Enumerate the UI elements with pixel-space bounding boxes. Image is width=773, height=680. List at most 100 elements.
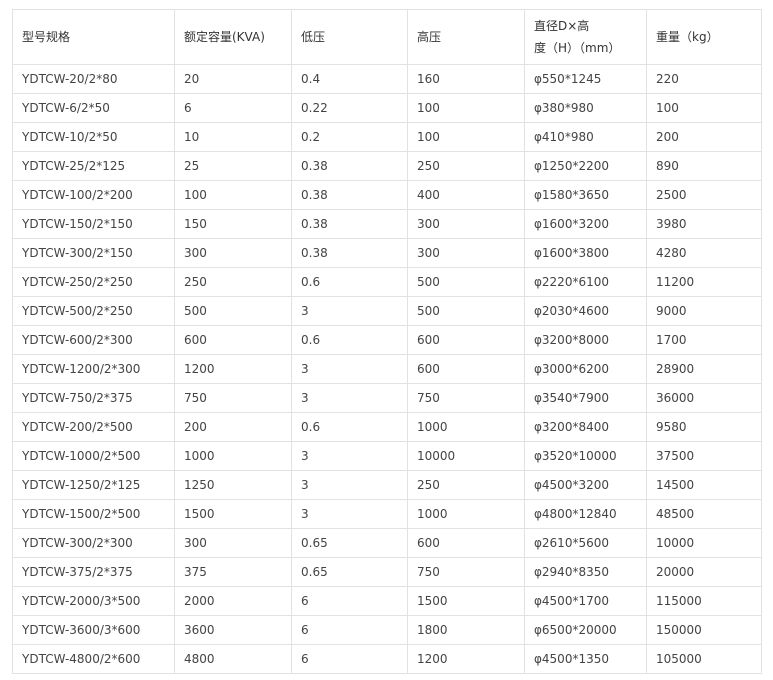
cell-high-voltage: 600 <box>407 325 525 355</box>
cell-high-voltage: 160 <box>407 64 525 94</box>
column-header-text: 直径D×高 <box>534 19 590 33</box>
cell-diameter-height: φ2220*6100 <box>524 267 647 297</box>
cell-diameter-height: φ4500*3200 <box>524 470 647 500</box>
cell-weight: 11200 <box>646 267 762 297</box>
cell-model-spec: YDTCW-20/2*80 <box>12 64 175 94</box>
cell-model-spec: YDTCW-300/2*150 <box>12 238 175 268</box>
cell-low-voltage: 3 <box>291 296 408 326</box>
cell-diameter-height: φ2610*5600 <box>524 528 647 558</box>
cell-rated-capacity: 1500 <box>174 499 292 529</box>
cell-low-voltage: 3 <box>291 470 408 500</box>
cell-low-voltage: 0.6 <box>291 412 408 442</box>
table-body: YDTCW-20/2*80 20 0.4 160 φ550*1245 220 YDTCW-6… <box>12 64 762 674</box>
cell-low-voltage: 0.65 <box>291 528 408 558</box>
cell-low-voltage: 3 <box>291 383 408 413</box>
table-row: YDTCW-1200/2*300 1200 3 600 φ3000*6200 28900 <box>12 354 762 384</box>
cell-low-voltage: 3 <box>291 441 408 471</box>
cell-diameter-height: φ3520*10000 <box>524 441 647 471</box>
cell-diameter-height: φ4800*12840 <box>524 499 647 529</box>
column-header-high-voltage: 高压 <box>407 9 525 65</box>
cell-low-voltage: 0.6 <box>291 267 408 297</box>
table-row: YDTCW-6/2*50 6 0.22 100 φ380*980 100 <box>12 93 762 123</box>
cell-model-spec: YDTCW-1200/2*300 <box>12 354 175 384</box>
cell-rated-capacity: 1200 <box>174 354 292 384</box>
cell-diameter-height: φ380*980 <box>524 93 647 123</box>
cell-high-voltage: 10000 <box>407 441 525 471</box>
cell-model-spec: YDTCW-25/2*125 <box>12 151 175 181</box>
table-row: YDTCW-1250/2*125 1250 3 250 φ4500*3200 14500 <box>12 470 762 500</box>
cell-weight: 28900 <box>646 354 762 384</box>
table-row: YDTCW-750/2*375 750 3 750 φ3540*7900 36000 <box>12 383 762 413</box>
cell-diameter-height: φ2030*4600 <box>524 296 647 326</box>
cell-weight: 200 <box>646 122 762 152</box>
cell-diameter-height: φ1600*3800 <box>524 238 647 268</box>
column-header-text: 高压 <box>417 30 442 44</box>
cell-low-voltage: 0.22 <box>291 93 408 123</box>
cell-diameter-height: φ410*980 <box>524 122 647 152</box>
cell-model-spec: YDTCW-1500/2*500 <box>12 499 175 529</box>
cell-rated-capacity: 300 <box>174 238 292 268</box>
cell-diameter-height: φ3000*6200 <box>524 354 647 384</box>
table-row: YDTCW-10/2*50 10 0.2 100 φ410*980 200 <box>12 122 762 152</box>
cell-model-spec: YDTCW-375/2*375 <box>12 557 175 587</box>
column-header-diameter-height: 直径D×高 度（H）（mm） <box>524 9 647 65</box>
cell-high-voltage: 100 <box>407 122 525 152</box>
transformer-spec-table: 型号规格 额定容量(KVA) 低压 高压 直径D×高 度（H）（mm） 重量（kg） YDT… <box>12 9 762 674</box>
cell-model-spec: YDTCW-3600/3*600 <box>12 615 175 645</box>
cell-rated-capacity: 20 <box>174 64 292 94</box>
cell-weight: 9580 <box>646 412 762 442</box>
cell-low-voltage: 3 <box>291 354 408 384</box>
cell-diameter-height: φ1250*2200 <box>524 151 647 181</box>
column-header-model-spec: 型号规格 <box>12 9 175 65</box>
cell-low-voltage: 6 <box>291 615 408 645</box>
cell-model-spec: YDTCW-100/2*200 <box>12 180 175 210</box>
cell-rated-capacity: 200 <box>174 412 292 442</box>
cell-diameter-height: φ1580*3650 <box>524 180 647 210</box>
cell-rated-capacity: 1000 <box>174 441 292 471</box>
cell-diameter-height: φ3540*7900 <box>524 383 647 413</box>
cell-rated-capacity: 4800 <box>174 644 292 674</box>
table-row: YDTCW-1000/2*500 1000 3 10000 φ3520*10000 375… <box>12 441 762 471</box>
cell-model-spec: YDTCW-750/2*375 <box>12 383 175 413</box>
cell-weight: 48500 <box>646 499 762 529</box>
cell-low-voltage: 3 <box>291 499 408 529</box>
table-row: YDTCW-375/2*375 375 0.65 750 φ2940*8350 20000 <box>12 557 762 587</box>
cell-rated-capacity: 2000 <box>174 586 292 616</box>
cell-high-voltage: 750 <box>407 557 525 587</box>
cell-model-spec: YDTCW-10/2*50 <box>12 122 175 152</box>
cell-high-voltage: 1800 <box>407 615 525 645</box>
cell-weight: 220 <box>646 64 762 94</box>
cell-high-voltage: 1200 <box>407 644 525 674</box>
table-row: YDTCW-150/2*150 150 0.38 300 φ1600*3200 3980 <box>12 209 762 239</box>
table-row: YDTCW-200/2*500 200 0.6 1000 φ3200*8400 9580 <box>12 412 762 442</box>
table-row: YDTCW-3600/3*600 3600 6 1800 φ6500*20000 1500… <box>12 615 762 645</box>
cell-model-spec: YDTCW-1250/2*125 <box>12 470 175 500</box>
cell-diameter-height: φ550*1245 <box>524 64 647 94</box>
cell-high-voltage: 600 <box>407 528 525 558</box>
cell-high-voltage: 250 <box>407 151 525 181</box>
cell-weight: 20000 <box>646 557 762 587</box>
cell-rated-capacity: 10 <box>174 122 292 152</box>
cell-weight: 9000 <box>646 296 762 326</box>
table-header: 型号规格 额定容量(KVA) 低压 高压 直径D×高 度（H）（mm） 重量（kg） <box>12 9 762 65</box>
table-row: YDTCW-100/2*200 100 0.38 400 φ1580*3650 2500 <box>12 180 762 210</box>
cell-weight: 115000 <box>646 586 762 616</box>
cell-model-spec: YDTCW-600/2*300 <box>12 325 175 355</box>
cell-high-voltage: 500 <box>407 267 525 297</box>
table-row: YDTCW-20/2*80 20 0.4 160 φ550*1245 220 <box>12 64 762 94</box>
table-row: YDTCW-2000/3*500 2000 6 1500 φ4500*1700 11500… <box>12 586 762 616</box>
cell-weight: 37500 <box>646 441 762 471</box>
cell-rated-capacity: 250 <box>174 267 292 297</box>
cell-rated-capacity: 1250 <box>174 470 292 500</box>
column-header-rated-capacity: 额定容量(KVA) <box>174 9 292 65</box>
cell-rated-capacity: 300 <box>174 528 292 558</box>
cell-low-voltage: 0.4 <box>291 64 408 94</box>
page: 型号规格 额定容量(KVA) 低压 高压 直径D×高 度（H）（mm） 重量（kg） YDT… <box>0 0 773 680</box>
cell-high-voltage: 300 <box>407 209 525 239</box>
cell-low-voltage: 0.38 <box>291 151 408 181</box>
cell-diameter-height: φ1600*3200 <box>524 209 647 239</box>
cell-rated-capacity: 150 <box>174 209 292 239</box>
cell-diameter-height: φ3200*8000 <box>524 325 647 355</box>
cell-high-voltage: 1000 <box>407 412 525 442</box>
cell-rated-capacity: 3600 <box>174 615 292 645</box>
